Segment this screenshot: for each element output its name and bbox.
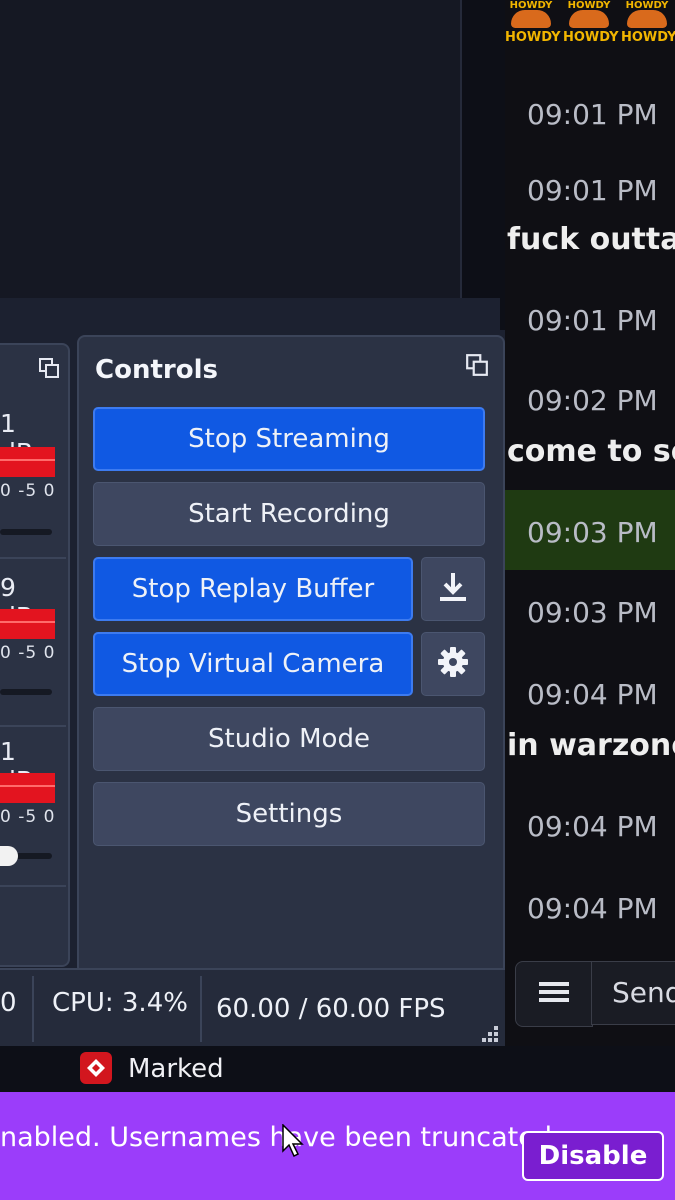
- start-recording-button[interactable]: Start Recording: [93, 482, 485, 546]
- status-value-truncated: 0: [0, 988, 17, 1018]
- send-button[interactable]: Send: [591, 961, 675, 1025]
- chat-timestamp: 09:01 PM: [527, 304, 658, 337]
- settings-button[interactable]: Settings: [93, 782, 485, 846]
- dock-divider[interactable]: [0, 298, 500, 330]
- hamburger-icon: [539, 980, 569, 1008]
- emote-image: HOWDY HOWDY: [563, 0, 619, 45]
- marker-icon: [80, 1052, 112, 1084]
- studio-mode-button[interactable]: Studio Mode: [93, 707, 485, 771]
- program-preview: [0, 0, 462, 300]
- stop-virtual-camera-button[interactable]: Stop Virtual Camera: [93, 632, 413, 696]
- meter-scale: 0 -5 0: [0, 807, 56, 827]
- meter-scale: 0 -5 0: [0, 481, 56, 501]
- status-bar: 0 CPU: 3.4% 60.00 / 60.00 FPS: [0, 968, 505, 1048]
- emote-image: HOWDY HOWDY: [505, 0, 561, 45]
- fps-readout: 60.00 / 60.00 FPS: [216, 994, 446, 1024]
- chat-input-bar: Send: [505, 945, 675, 1046]
- chat-timestamp: 09:02 PM: [527, 384, 658, 417]
- volume-meter: [0, 773, 55, 803]
- stop-streaming-button[interactable]: Stop Streaming: [93, 407, 485, 471]
- stop-replay-buffer-button[interactable]: Stop Replay Buffer: [93, 557, 413, 621]
- chat-timestamp: 09:03 PM: [527, 516, 658, 549]
- chat-message: in warzone: [507, 728, 675, 763]
- gear-icon: [436, 645, 470, 683]
- banner-message: nabled. Usernames have been truncated.: [0, 1122, 561, 1153]
- chat-timestamp: 09:01 PM: [527, 174, 658, 207]
- controls-dock: Controls Stop Streaming Start Recording …: [77, 335, 505, 975]
- chat-panel: HOWDY HOWDY HOWDY HOWDY HOWDY HOWDY 09:01 P…: [505, 0, 675, 1046]
- chat-timestamp: 09:04 PM: [527, 678, 658, 711]
- cpu-usage: CPU: 3.4%: [52, 988, 188, 1018]
- meter-scale: 0 -5 0: [0, 643, 56, 663]
- mouse-cursor-icon: [282, 1123, 304, 1162]
- emote-image: HOWDY HOWDY: [621, 0, 675, 45]
- resize-grip-icon[interactable]: [478, 1022, 500, 1048]
- chat-timestamp: 09:03 PM: [527, 596, 658, 629]
- chat-message: fuck outta: [507, 222, 675, 257]
- volume-slider-handle[interactable]: [0, 846, 18, 866]
- chat-message: come to se: [507, 434, 675, 469]
- chat-timestamp: 09:04 PM: [527, 810, 658, 843]
- virtual-camera-config-button[interactable]: [421, 632, 485, 696]
- dock-title: Controls: [95, 355, 218, 385]
- disable-button[interactable]: Disable: [522, 1131, 664, 1181]
- volume-meter: [0, 609, 55, 639]
- chat-timestamp: 09:01 PM: [527, 98, 658, 131]
- volume-slider[interactable]: [0, 689, 52, 695]
- download-icon: [436, 570, 470, 608]
- volume-slider[interactable]: [0, 529, 52, 535]
- marker-label: Marked: [128, 1054, 224, 1084]
- chat-timestamp: 09:04 PM: [527, 892, 658, 925]
- undock-icon[interactable]: [465, 353, 489, 381]
- chat-menu-button[interactable]: [515, 961, 593, 1027]
- audio-mixer-dock: 1 dB 0 -5 0 9 dB 0 -5 0 1 dB 0 -5 0: [0, 343, 70, 967]
- save-replay-button[interactable]: [421, 557, 485, 621]
- volume-meter: [0, 447, 55, 477]
- undock-icon[interactable]: [38, 357, 60, 383]
- emote-row: HOWDY HOWDY HOWDY HOWDY HOWDY HOWDY: [505, 0, 675, 58]
